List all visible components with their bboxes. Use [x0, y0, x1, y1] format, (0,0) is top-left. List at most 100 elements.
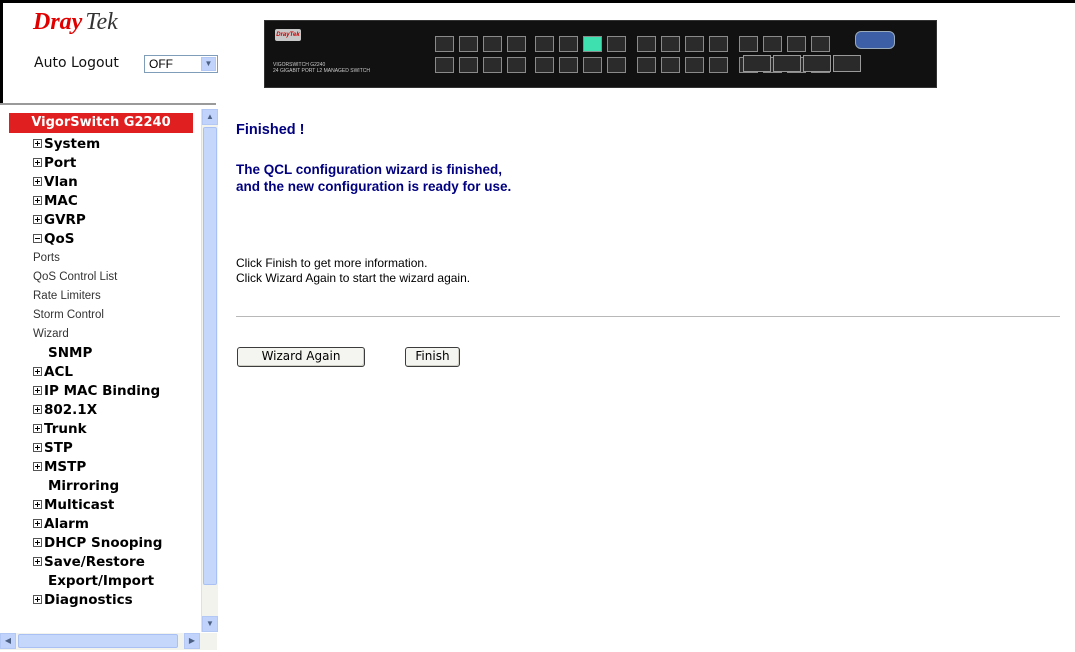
- sidebar-title: VigorSwitch G2240: [9, 113, 193, 133]
- expand-plus-icon[interactable]: [33, 158, 42, 167]
- scroll-up-icon[interactable]: ▲: [202, 109, 218, 125]
- ethernet-port-icon: [763, 36, 782, 52]
- ethernet-port-icon: [811, 36, 830, 52]
- info-line-1: Click Finish to get more information.: [236, 256, 428, 270]
- sidebar-item-label: MSTP: [44, 459, 87, 475]
- sidebar-item-vlan[interactable]: Vlan: [33, 173, 201, 192]
- ethernet-port-icon: [637, 36, 656, 52]
- sidebar-subitem-storm-control[interactable]: Storm Control: [33, 306, 201, 325]
- scroll-down-icon[interactable]: ▼: [202, 616, 218, 632]
- switch-front-panel-image: DrayTek VIGORSWITCH G2240 24 GIGABIT PORT…: [264, 20, 937, 88]
- ethernet-port-icon: [607, 57, 626, 73]
- scrollbar-thumb[interactable]: [203, 127, 217, 585]
- sidebar-item-port[interactable]: Port: [33, 154, 201, 173]
- sidebar-item-label: DHCP Snooping: [44, 535, 163, 551]
- expand-plus-icon[interactable]: [33, 367, 42, 376]
- sidebar-item-multicast[interactable]: Multicast: [33, 496, 201, 515]
- divider: [236, 316, 1060, 317]
- expand-plus-icon[interactable]: [33, 538, 42, 547]
- ethernet-port-icon: [661, 36, 680, 52]
- expand-plus-icon[interactable]: [33, 500, 42, 509]
- ethernet-port-icon: [507, 57, 526, 73]
- ethernet-port-icon: [435, 36, 454, 52]
- ethernet-port-icon: [583, 36, 602, 52]
- sidebar-item-802-1x[interactable]: 802.1X: [33, 401, 201, 420]
- sidebar-item-acl[interactable]: ACL: [33, 363, 201, 382]
- info-line-2: Click Wizard Again to start the wizard a…: [236, 271, 471, 285]
- sidebar-item-label: IP MAC Binding: [44, 383, 161, 399]
- sidebar-nav: System Port Vlan MAC GVRP QoS Ports QoS Control…: [33, 135, 201, 610]
- message-line-1: The QCL configuration wizard is finished…: [236, 162, 503, 177]
- auto-logout-label: Auto Logout: [34, 55, 119, 71]
- sidebar-item-label: MAC: [44, 193, 78, 209]
- sidebar-item-snmp[interactable]: SNMP: [33, 344, 201, 363]
- sidebar-subitem-qos-control-list[interactable]: QoS Control List: [33, 268, 201, 287]
- ethernet-port-icon: [507, 36, 526, 52]
- sidebar-item-alarm[interactable]: Alarm: [33, 515, 201, 534]
- expand-plus-icon[interactable]: [33, 386, 42, 395]
- sidebar-item-label: Alarm: [44, 516, 89, 532]
- sidebar-subitem-ports[interactable]: Ports: [33, 249, 201, 268]
- sidebar-item-mstp[interactable]: MSTP: [33, 458, 201, 477]
- sidebar-item-label: Trunk: [44, 421, 87, 437]
- expand-plus-icon[interactable]: [33, 424, 42, 433]
- serial-port-icon: [855, 31, 895, 49]
- chevron-down-icon[interactable]: ▼: [201, 57, 216, 71]
- sidebar-item-label: GVRP: [44, 212, 86, 228]
- sidebar-item-export-import[interactable]: Export/Import: [33, 572, 201, 591]
- sidebar-item-label: Save/Restore: [44, 554, 145, 570]
- ethernet-port-icon: [559, 57, 578, 73]
- expand-plus-icon[interactable]: [33, 139, 42, 148]
- sidebar-item-gvrp[interactable]: GVRP: [33, 211, 201, 230]
- collapse-minus-icon[interactable]: [33, 234, 42, 243]
- ethernet-port-icon: [483, 57, 502, 73]
- sidebar-item-label: Export/Import: [48, 573, 155, 589]
- sidebar-item-label: Vlan: [44, 174, 78, 190]
- sfp-port-icon: [803, 55, 831, 72]
- expand-plus-icon[interactable]: [33, 177, 42, 186]
- finish-button[interactable]: Finish: [405, 347, 460, 367]
- sidebar-item-mirroring[interactable]: Mirroring: [33, 477, 201, 496]
- sidebar-subitem-wizard[interactable]: Wizard: [33, 325, 201, 344]
- scroll-right-icon[interactable]: ▶: [184, 633, 200, 649]
- expand-plus-icon[interactable]: [33, 557, 42, 566]
- sidebar-horizontal-scrollbar[interactable]: ◀ ▶: [0, 633, 217, 650]
- sidebar-item-label: Port: [44, 155, 77, 171]
- expand-plus-icon[interactable]: [33, 443, 42, 452]
- sidebar-item-dhcp-snooping[interactable]: DHCP Snooping: [33, 534, 201, 553]
- sidebar-item-diagnostics[interactable]: Diagnostics: [33, 591, 201, 610]
- sidebar-subitem-rate-limiters[interactable]: Rate Limiters: [33, 287, 201, 306]
- sidebar-item-label: Diagnostics: [44, 592, 133, 608]
- expand-plus-icon[interactable]: [33, 595, 42, 604]
- message-line-2: and the new configuration is ready for u…: [236, 179, 512, 194]
- sidebar-item-system[interactable]: System: [33, 135, 201, 154]
- sidebar-item-trunk[interactable]: Trunk: [33, 420, 201, 439]
- wizard-again-button[interactable]: Wizard Again: [237, 347, 365, 367]
- ethernet-port-icon: [459, 57, 478, 73]
- sidebar-vertical-scrollbar[interactable]: ▲ ▼: [201, 109, 218, 632]
- sfp-port-icon: [833, 55, 861, 72]
- sidebar-item-stp[interactable]: STP: [33, 439, 201, 458]
- draytek-logo: Dray Tek: [33, 8, 118, 36]
- ethernet-port-icon: [483, 36, 502, 52]
- ethernet-port-icon: [709, 36, 728, 52]
- ethernet-port-icon: [535, 57, 554, 73]
- ethernet-port-icon: [637, 57, 656, 73]
- sidebar-item-qos[interactable]: QoS: [33, 230, 201, 249]
- sidebar-item-mac[interactable]: MAC: [33, 192, 201, 211]
- scroll-left-icon[interactable]: ◀: [0, 633, 16, 649]
- expand-plus-icon[interactable]: [33, 196, 42, 205]
- device-brand-badge: DrayTek: [275, 29, 301, 41]
- expand-plus-icon[interactable]: [33, 462, 42, 471]
- ethernet-port-icon: [661, 57, 680, 73]
- expand-plus-icon[interactable]: [33, 519, 42, 528]
- hscrollbar-thumb[interactable]: [18, 634, 178, 648]
- sidebar-item-ip-mac-binding[interactable]: IP MAC Binding: [33, 382, 201, 401]
- logo-tek-text: Tek: [85, 9, 118, 35]
- sidebar-item-save-restore[interactable]: Save/Restore: [33, 553, 201, 572]
- expand-plus-icon[interactable]: [33, 215, 42, 224]
- expand-plus-icon[interactable]: [33, 405, 42, 414]
- sidebar-item-label: STP: [44, 440, 73, 456]
- auto-logout-select[interactable]: OFF ▼: [144, 55, 218, 73]
- sidebar: VigorSwitch G2240 System Port Vlan MAC GVRP Q…: [0, 103, 216, 652]
